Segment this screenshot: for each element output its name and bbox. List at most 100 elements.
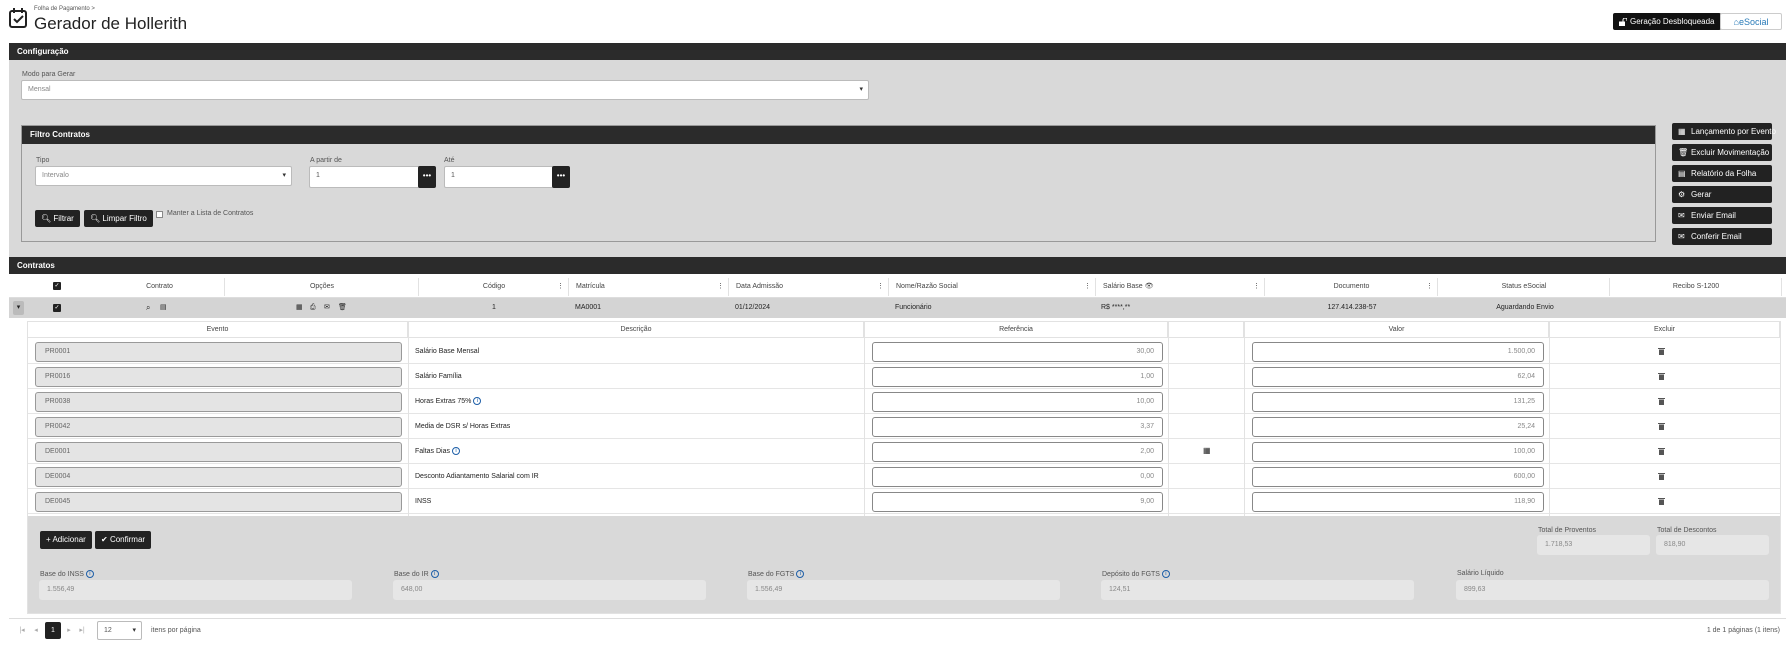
event-code-input[interactable]: PR0042 [35,417,402,437]
event-reference-input[interactable]: 30,00 [872,342,1163,362]
event-code-input[interactable]: PR0016 [35,367,402,387]
last-page-button[interactable]: ▸| [76,622,88,639]
expand-row-button[interactable]: ▾ [13,301,24,315]
print-icon[interactable]: ⎙ [310,298,316,318]
event-description-text: Media de DSR s/ Horas Extras [415,423,511,430]
trash-icon[interactable] [1658,347,1665,355]
tipo-label: Tipo [36,157,50,164]
event-code-input[interactable]: PR0038 [35,392,402,412]
info-icon[interactable]: i [796,570,805,578]
from-input[interactable]: 1 [309,166,421,188]
prev-page-button[interactable]: ◂ [31,622,41,639]
filter-button[interactable]: 🔍︎ Filtrar [35,210,80,227]
trash-icon[interactable] [1658,372,1665,380]
info-icon[interactable]: i [473,397,482,406]
event-value-input[interactable]: 118,90 [1252,492,1544,512]
info-icon[interactable]: i [85,570,94,578]
next-page-button[interactable]: ▸ [64,622,74,639]
search-icon: 🔍︎ [41,214,52,223]
event-value-input[interactable]: 62,04 [1252,367,1544,387]
event-value-input[interactable]: 600,00 [1252,467,1544,487]
trash-icon[interactable] [1658,472,1665,480]
esocial-button[interactable]: ⌂eSocial [1720,13,1782,30]
side-button-4[interactable]: ✉ Enviar Email [1672,207,1772,224]
event-reference-input[interactable]: 9,00 [872,492,1163,512]
clear-filter-button[interactable]: 🔍︎ Limpar Filtro [84,210,153,227]
event-reference-input[interactable]: 10,00 [872,392,1163,412]
trash-icon[interactable] [1658,447,1665,455]
column-header-label: Opções [309,283,335,290]
search-icon: 🔍︎ [90,214,101,223]
info-icon[interactable]: i [1161,570,1170,578]
column-header-6[interactable]: Salário Base 👁︎ ⋮ [1097,278,1265,296]
select-all-checkbox[interactable]: ✓ [53,282,61,290]
trash-icon[interactable] [1658,397,1665,405]
event-code-input[interactable]: DE0045 [35,492,402,512]
info-icon[interactable]: i [430,570,439,578]
calendar-icon: ▦ [1678,127,1686,136]
side-button-1[interactable]: 🗑︎ Excluir Movimentação [1672,144,1772,161]
column-menu-icon[interactable]: ⋮ [877,278,884,296]
event-reference-input[interactable]: 3,37 [872,417,1163,437]
search-icon[interactable]: ⌕ [146,298,150,318]
column-header-1[interactable]: Opções [226,278,419,296]
eye-icon[interactable]: 👁︎ [1143,283,1154,290]
column-menu-icon[interactable]: ⋮ [1253,278,1260,296]
side-button-5[interactable]: ✉ Conferir Email [1672,228,1772,245]
trash-icon[interactable]: 🗑︎ [338,298,347,318]
column-header-0[interactable]: Contrato [95,278,225,296]
calculator-icon[interactable]: ▦ [296,298,303,318]
event-reference-input[interactable]: 2,00 [872,442,1163,462]
email-icon[interactable]: ✉ [324,298,330,318]
keep-list-checkbox[interactable] [156,211,163,218]
column-menu-icon[interactable]: ⋮ [717,278,724,296]
event-column-header-2: Referência [865,322,1168,338]
base-fgts-label: Base do FGTS i [748,570,805,578]
side-button-3[interactable]: ⚙︎ Gerar [1672,186,1772,203]
event-reference-input[interactable]: 0,00 [872,467,1163,487]
first-page-button[interactable]: |◂ [17,622,27,639]
event-column-header-4: Valor [1245,322,1549,338]
column-menu-icon[interactable]: ⋮ [1426,278,1433,296]
event-description-text: Salário Família [415,373,462,380]
column-header-4[interactable]: Data Admissão ⋮ [730,278,889,296]
document-icon[interactable]: ▤ [160,298,167,318]
to-input[interactable]: 1 [444,166,554,188]
mode-select[interactable]: Mensal ▾ [21,80,869,100]
trash-icon[interactable] [1658,422,1665,430]
column-header-3[interactable]: Matrícula ⋮ [570,278,729,296]
page-header: Folha de Pagamento > Gerador de Hollerit… [0,0,1786,42]
from-lookup-button[interactable]: ••• [418,166,436,188]
event-code-input[interactable]: DE0004 [35,467,402,487]
column-menu-icon[interactable]: ⋮ [557,278,564,296]
page-size-select[interactable]: 12 ▾ [97,621,142,640]
column-header-5[interactable]: Nome/Razão Social ⋮ [890,278,1096,296]
page-1-button[interactable]: 1 [45,622,61,639]
event-value-input[interactable]: 131,25 [1252,392,1544,412]
generation-unlocked-button[interactable]: Geração Desbloqueada [1613,13,1721,30]
side-button-2[interactable]: ▤ Relatório da Folha [1672,165,1772,182]
trash-icon[interactable] [1658,497,1665,505]
column-header-9[interactable]: Recibo S-1200 [1611,278,1782,296]
event-value-input[interactable]: 1.500,00 [1252,342,1544,362]
to-lookup-button[interactable]: ••• [552,166,570,188]
event-value-input[interactable]: 25,24 [1252,417,1544,437]
event-reference-input[interactable]: 1,00 [872,367,1163,387]
clear-filter-label: Limpar Filtro [102,214,147,223]
info-icon[interactable]: i [452,447,461,456]
add-event-button[interactable]: + Adicionar [40,531,92,549]
side-button-0[interactable]: ▦ Lançamento por Evento [1672,123,1776,140]
breadcrumb-item[interactable]: Folha de Pagamento [34,6,90,12]
tipo-select[interactable]: Intervalo ▾ [35,166,292,186]
column-menu-icon[interactable]: ⋮ [1084,278,1091,296]
column-header-7[interactable]: Documento ⋮ [1266,278,1438,296]
column-header-2[interactable]: Código ⋮ [420,278,569,296]
event-code-input[interactable]: DE0001 [35,442,402,462]
breadcrumb[interactable]: Folha de Pagamento > [34,6,95,12]
calendar-icon[interactable]: ▦ [1203,446,1211,455]
row-checkbox[interactable]: ✓ [53,304,61,312]
event-code-input[interactable]: PR0001 [35,342,402,362]
confirm-button[interactable]: ✔ Confirmar [95,531,152,549]
event-value-input[interactable]: 100,00 [1252,442,1544,462]
column-header-8[interactable]: Status eSocial [1439,278,1610,296]
